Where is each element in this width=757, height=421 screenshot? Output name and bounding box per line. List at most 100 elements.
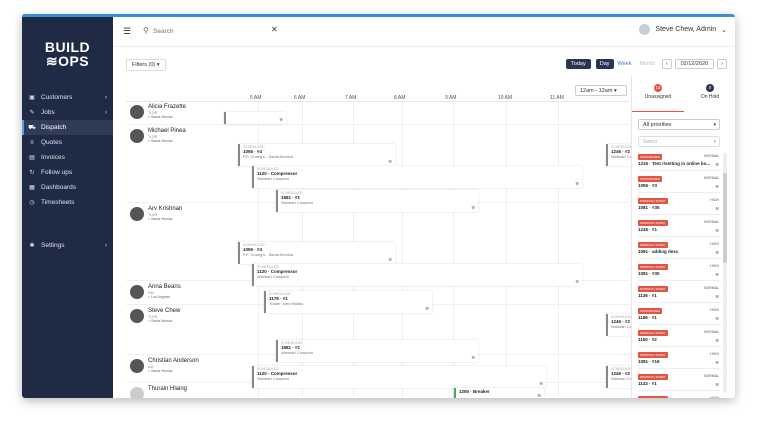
- unassigned-job-item[interactable]: DISPATCH TODAY NORMAL 1150 · #2 ⚒: [638, 329, 721, 347]
- dashboard-icon: ▦: [29, 185, 35, 191]
- chevron-right-icon: ›: [105, 109, 107, 116]
- technician-name: Alicia Frazette: [148, 104, 187, 110]
- wrench-icon: ✎: [29, 110, 35, 116]
- tool-icon: ⚒: [715, 162, 719, 167]
- tool-icon: ⚒: [575, 181, 579, 186]
- job-title: 1055 · #3: [638, 183, 658, 188]
- filters-button[interactable]: Filters (0) ▾: [126, 59, 166, 71]
- sidebar: BUILD ≋OPS ▣ Customers › ✎ Jobs › ⛟ Dispatch ≡ Qu…: [22, 14, 113, 398]
- technician-row-header[interactable]: Alicia Frazette TLDR ⌂ Santa Monica: [126, 104, 222, 119]
- timeline-header: 5 AM 6 AM 7 AM 8 AM 9 AM 10 AM 11 AM: [126, 84, 629, 102]
- job-card[interactable]: ⚒: [224, 112, 286, 124]
- location-text: Santa Monica: [151, 217, 173, 221]
- job-status-badge: DISPATCH TODAY: [638, 264, 668, 270]
- sidebar-item-timesheets[interactable]: ◷ Timesheets: [22, 195, 113, 210]
- select-dropdown[interactable]: Select ▾: [638, 136, 720, 147]
- technician-row-header[interactable]: Christian Anderson Adi ⌂ Santa Monica: [126, 358, 222, 373]
- sidebar-item-customers[interactable]: ▣ Customers ›: [22, 90, 113, 105]
- date-field[interactable]: 02/12/2020: [674, 59, 715, 69]
- job-title: 1081 · #16: [638, 359, 660, 364]
- job-status-badge: UNASSIGNED: [638, 154, 662, 160]
- job-status-badge: DISPATCH TODAY: [638, 352, 668, 358]
- sidebar-item-label: Jobs: [41, 109, 55, 116]
- sidebar-item-dispatch[interactable]: ⛟ Dispatch: [22, 120, 113, 135]
- unassigned-job-item[interactable]: UNASSIGNED HIGH 1186 · #1 ⚒: [638, 307, 721, 325]
- job-status-badge: DISPATCH TODAY: [638, 330, 668, 336]
- priority-select[interactable]: All priorities ▾: [638, 119, 720, 130]
- technician-name: Christian Anderson: [148, 358, 199, 364]
- sidebar-item-label: Dispatch: [41, 124, 67, 131]
- sidebar-item-label: Customers: [41, 94, 73, 101]
- search-input[interactable]: [153, 25, 233, 37]
- unassigned-job-item[interactable]: DISPATCH TODAYHIGH1125 · #2⚒: [638, 395, 721, 398]
- sidebar-item-quotes[interactable]: ≡ Quotes: [22, 135, 113, 150]
- unassigned-job-item[interactable]: DISPATCH TODAY NORMAL 1136 · #1 ⚒: [638, 285, 721, 303]
- job-priority: NORMAL: [704, 286, 719, 290]
- location-text: Santa Monica: [151, 319, 173, 323]
- menu-icon[interactable]: ☰: [123, 26, 131, 37]
- job-card[interactable]: SCHEDULED 1881 · #1 Walmart Compton ⚒: [276, 340, 478, 362]
- job-location: Walmart Compton: [281, 200, 314, 205]
- today-button[interactable]: Today: [566, 59, 591, 69]
- job-status-badge: DISPATCH TODAY: [638, 220, 668, 226]
- customers-icon: ▣: [29, 95, 35, 101]
- tool-icon: ⚒: [539, 381, 543, 386]
- prev-date-button[interactable]: ‹: [661, 59, 672, 69]
- unassigned-job-item[interactable]: UNASSIGNED NORMAL 1215 · Test r/setting in…: [638, 153, 721, 171]
- unassigned-job-item[interactable]: DISPATCH TODAY HIGH 1081 · #30 ⚒: [638, 263, 721, 281]
- job-card[interactable]: SCHEDULED 1178 · #1 Trader Joes Malibu ⚒: [264, 291, 432, 313]
- job-card[interactable]: SCHEDULED 1120 · Compressor Walmart Compto…: [252, 264, 582, 286]
- hour-label: 5 AM: [250, 95, 262, 101]
- sidebar-item-follow-ups[interactable]: ↻ Follow ups: [22, 165, 113, 180]
- chevron-down-icon: ▾: [613, 87, 617, 94]
- top-bar: ☰ ⚲ ✕ Steve Chew, Admin ⌄: [113, 17, 735, 47]
- hour-label: 10 AM: [498, 95, 513, 101]
- technician-row-header[interactable]: Steve Chew TLDR ⌂ Santa Monica: [126, 308, 222, 323]
- job-card[interactable]: SCHEDULED 1055 · #4 P.F. Chang's - Santa M…: [238, 144, 395, 166]
- close-icon[interactable]: ✕: [271, 25, 278, 34]
- location-text: Santa Monica: [151, 115, 173, 119]
- unassigned-job-item[interactable]: DISPATCH TODAY HIGH 1081 · #35 ⚒: [638, 197, 721, 215]
- technician-row-header[interactable]: Arv Krishnan TLDR ⌂ Santa Monica: [126, 206, 222, 221]
- sidebar-item-jobs[interactable]: ✎ Jobs ›: [22, 105, 113, 120]
- unassigned-job-item[interactable]: DISPATCH TODAY NORMAL 1143 · #1 ⚒: [638, 373, 721, 391]
- month-view-button[interactable]: Month: [635, 59, 658, 69]
- scrollbar-thumb[interactable]: [723, 173, 727, 263]
- day-view-button[interactable]: Day: [595, 59, 614, 69]
- tool-icon: ⚒: [715, 382, 719, 387]
- tab-on-hold[interactable]: 0 On Hold: [684, 82, 735, 112]
- job-card[interactable]: SCHEDULED 1120 · Compressor Walmart Compto…: [252, 366, 546, 388]
- job-title: 1250 · Breaker: [459, 389, 490, 394]
- chevron-down-icon: ⌄: [721, 26, 727, 34]
- unassigned-job-item[interactable]: DISPATCH TODAY HIGH 1081 · #16 ⚒: [638, 351, 721, 369]
- job-card[interactable]: 1250 · Breaker ⚒: [454, 388, 544, 398]
- tab-unassigned[interactable]: 14 Unassigned: [632, 82, 684, 112]
- technician-row-header[interactable]: Michael Pinea TLDR ⌂ Santa Monica: [126, 128, 222, 143]
- job-card[interactable]: SCHEDULED 1055 · #4 P.F. Chang's - Santa M…: [238, 242, 395, 264]
- job-card[interactable]: SCHEDULED 1120 · Compressor Walmart Compto…: [252, 166, 582, 188]
- tool-icon: ⚒: [715, 316, 719, 321]
- unassigned-job-item[interactable]: DISPATCH TODAY HIGH 1081 · adding desc ⚒: [638, 241, 721, 259]
- technician-location: ⌂ Santa Monica: [148, 139, 186, 143]
- user-menu[interactable]: Steve Chew, Admin ⌄: [639, 24, 727, 35]
- tool-icon: ⚒: [715, 184, 719, 189]
- unassigned-job-item[interactable]: DISPATCH TODAY NORMAL 1245 · #1 ⚒: [638, 219, 721, 237]
- truck-icon: ⛟: [28, 124, 36, 131]
- avatar: [130, 105, 144, 119]
- sidebar-item-dashboards[interactable]: ▦ Dashboards: [22, 180, 113, 195]
- job-card[interactable]: SCHEDULED 1881 · #1 Walmart Compton ⚒: [276, 190, 478, 212]
- panel-scrollbar[interactable]: [723, 153, 727, 393]
- week-view-button[interactable]: Week: [614, 59, 636, 69]
- technician-row-header[interactable]: Anna Beans Fdn ⌂ Los Angeles: [126, 284, 222, 299]
- job-location: Trader Joes Malibu: [269, 301, 304, 306]
- job-priority: HIGH: [710, 264, 719, 268]
- next-date-button[interactable]: ›: [717, 59, 727, 69]
- sidebar-item-invoices[interactable]: ▤ Invoices: [22, 150, 113, 165]
- location-text: Los Angeles: [151, 295, 171, 299]
- chevron-down-icon: ▾: [156, 62, 160, 68]
- sidebar-item-settings[interactable]: ✱ Settings ›: [22, 238, 113, 253]
- technician-row-header[interactable]: Thurain Hlaing: [126, 386, 222, 398]
- unassigned-job-item[interactable]: UNASSIGNED NORMAL 1055 · #3 ⚒: [638, 175, 721, 193]
- time-range-select[interactable]: 12am - 12am ▾: [575, 85, 627, 96]
- job-priority: HIGH: [710, 198, 719, 202]
